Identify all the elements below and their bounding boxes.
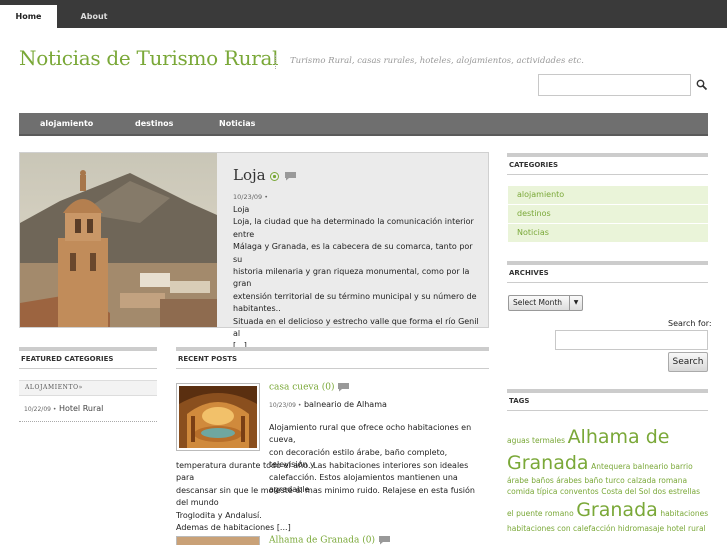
archives-heading: ARCHIVES [507, 261, 708, 283]
search-button[interactable]: Search [668, 352, 708, 372]
tag-link[interactable]: el puente romano [507, 509, 574, 518]
tag-link[interactable]: Antequera [591, 462, 630, 471]
tag-link[interactable]: calzada romana [627, 476, 687, 485]
tab-about[interactable]: About [57, 5, 131, 28]
tab-home[interactable]: Home [0, 5, 57, 28]
tag-link[interactable]: balneario [633, 462, 668, 471]
tag-link[interactable]: hotel rural [667, 524, 706, 533]
tag-link[interactable]: Granada [576, 499, 658, 521]
recent-post-meta: 10/23/09 • balneario de Alhama [269, 400, 387, 409]
excerpt-line: extensión territorial de su término muni… [233, 291, 477, 301]
tag-link[interactable]: habitaciones con calefacción [507, 524, 615, 533]
excerpt-line: Situada en el delicioso y estrecho valle… [233, 316, 479, 339]
post-thumbnail[interactable] [176, 536, 260, 545]
tag-cloud: aguas termales Alhama de Granada Anteque… [507, 425, 709, 534]
nav-item-alojamiento[interactable]: alojamiento [40, 113, 93, 134]
nav-item-destinos[interactable]: destinos [135, 113, 173, 134]
post-category-link[interactable]: balneario de Alhama [304, 400, 387, 409]
excerpt-line: temperatura durante todo el año. Las hab… [176, 461, 469, 483]
excerpt-line: habitantes.. [233, 304, 281, 314]
featured-post-date: 10/23/09 • [233, 193, 269, 201]
featured-category-link[interactable]: ALOJAMIENTO» [19, 380, 157, 396]
site-tagline: Turismo Rural, casas rurales, hoteles, a… [290, 56, 584, 66]
sidebar-category-destinos[interactable]: destinos [508, 205, 708, 224]
post-title[interactable]: Hotel Rural [59, 404, 103, 413]
tag-link[interactable]: conventos [560, 487, 599, 496]
excerpt-line: historia milenaria y gran riqueza monume… [233, 267, 470, 289]
excerpt-line: Málaga y Granada, es la cabecera de su c… [233, 242, 473, 264]
tag-link[interactable]: Costa del Sol [601, 487, 650, 496]
tag-link[interactable]: hidromasaje [618, 524, 664, 533]
header-search-input[interactable] [538, 74, 691, 96]
comment-bubble-icon[interactable] [378, 535, 391, 545]
read-more-link[interactable]: Ademas de habitaciones [...] [176, 522, 488, 534]
comment-count[interactable]: (0) [322, 383, 335, 393]
categories-heading: CATEGORIES [507, 153, 708, 175]
tag-link[interactable]: habitaciones [660, 509, 708, 518]
comment-bubble-icon[interactable] [284, 171, 297, 181]
rss-icon[interactable] [270, 171, 280, 181]
tag-link[interactable]: comida típica [507, 487, 557, 496]
tag-link[interactable]: aguas termales [507, 436, 565, 445]
excerpt-line: descansar sin que le moleste el mas mini… [176, 485, 475, 508]
chevron-down-icon[interactable]: ▼ [569, 296, 582, 310]
excerpt-line: Troglodita y Andalusí. [176, 510, 262, 520]
nav-item-noticias[interactable]: Noticias [219, 113, 255, 134]
featured-post-title[interactable]: Loja [233, 166, 297, 184]
excerpt-line: Loja, la ciudad que ha determinado la co… [233, 217, 474, 239]
excerpt-line: Alojamiento rural que ofrece ocho habita… [269, 423, 472, 445]
recent-post-excerpt-continued: temperatura durante todo el año. Las hab… [176, 460, 488, 534]
title-divider [275, 55, 276, 69]
recent-post-title-text[interactable]: Alhama de Granada [269, 536, 359, 545]
tag-link[interactable]: baños árabes [531, 476, 582, 485]
featured-categories-heading: FEATURED CATEGORIES [19, 347, 157, 369]
featured-post: Loja 10/23/09 • Loja Loja, la ciudad que… [19, 152, 489, 350]
recent-post-title[interactable]: Alhama de Granada (0) [269, 535, 391, 545]
sidebar-category-alojamiento[interactable]: alojamiento [508, 186, 708, 205]
comment-bubble-icon[interactable] [337, 382, 350, 392]
post-date: 10/23/09 • [269, 402, 302, 409]
sidebar-category-noticias[interactable]: Noticias [508, 224, 708, 243]
featured-post-excerpt: Loja Loja, la ciudad que ha determinado … [233, 204, 483, 353]
divider [19, 421, 157, 422]
featured-category-post[interactable]: 10/22/09 • Hotel Rural [24, 404, 103, 413]
featured-post-title-text[interactable]: Loja [233, 166, 266, 184]
recent-post-title-text[interactable]: casa cueva [269, 383, 319, 393]
recent-posts-heading: RECENT POSTS [176, 347, 489, 369]
sidebar-search-input[interactable] [555, 330, 708, 350]
top-navigation: Home About [0, 0, 727, 28]
post-date: 10/22/09 • [24, 406, 57, 413]
main-navigation: alojamiento destinos Noticias [19, 113, 708, 136]
tags-heading: TAGS [507, 389, 708, 411]
archives-select-value: Select Month [513, 298, 563, 307]
tag-link[interactable]: dos estrellas [653, 487, 700, 496]
archives-select[interactable]: Select Month ▼ [508, 295, 583, 311]
site-title[interactable]: Noticias de Turismo Rural [19, 46, 279, 70]
search-label: Search for: [668, 319, 712, 328]
magnifier-icon[interactable] [695, 78, 709, 92]
excerpt-line: Loja [233, 205, 250, 214]
featured-post-image[interactable] [20, 153, 217, 327]
post-thumbnail[interactable] [176, 383, 260, 451]
comment-count[interactable]: (0) [362, 536, 375, 545]
recent-post-title[interactable]: casa cueva (0) [269, 382, 350, 393]
tag-link[interactable]: baño turco [584, 476, 624, 485]
